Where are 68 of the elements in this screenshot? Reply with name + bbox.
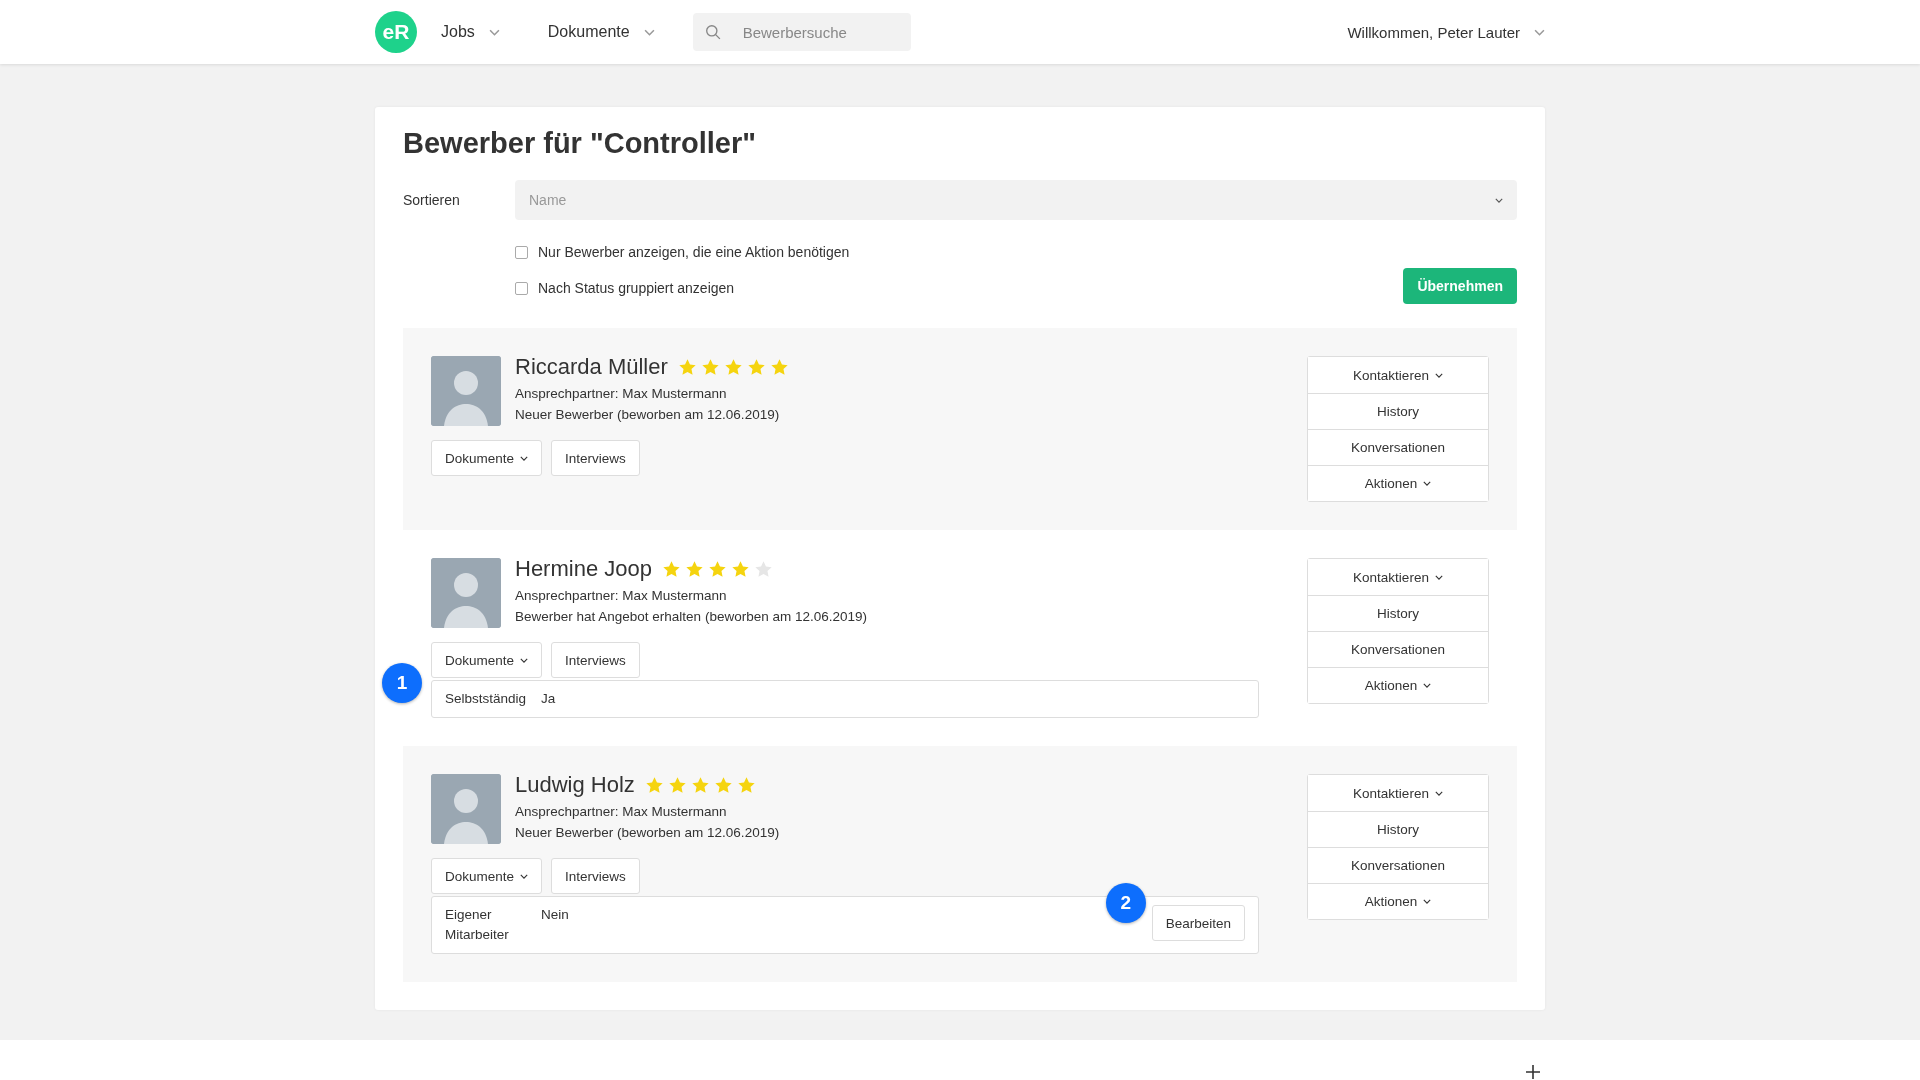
checkbox[interactable] (515, 245, 528, 259)
action-button[interactable]: Interviews (551, 440, 640, 476)
caret-icon (643, 28, 655, 36)
field-label: Selbstständig (445, 690, 528, 708)
photo-placeholder (431, 356, 501, 426)
checkbox[interactable] (515, 281, 528, 295)
star-icon (667, 775, 687, 795)
status-text: Neuer Bewerber (beworben am 12.06.2019) (515, 407, 781, 422)
caret-icon (520, 873, 529, 879)
star-icon (700, 357, 720, 377)
candidate-name[interactable]: Riccarda Müller (515, 354, 668, 380)
caret-icon (520, 455, 529, 461)
search-icon (704, 24, 722, 41)
user-menu[interactable]: Willkommen, Peter Lauter (1347, 23, 1545, 41)
status-text: Neuer Bewerber (beworben am 12.06.2019) (515, 825, 780, 840)
caret-icon (1423, 899, 1432, 904)
star-icon (730, 559, 750, 579)
action-button[interactable]: Interviews (551, 858, 640, 894)
candidate-name[interactable]: Ludwig Holz (515, 772, 635, 798)
checkbox-label: Nach Status gruppiert anzeigen (538, 280, 735, 296)
field-label: Eigener Mitarbeiter (445, 906, 510, 944)
caret-icon (488, 28, 500, 36)
menu-button[interactable]: Aktionen (1308, 883, 1488, 919)
star-icon (684, 559, 704, 579)
menu-button[interactable]: Aktionen (1308, 667, 1488, 703)
photo-placeholder (431, 558, 501, 628)
caret-icon (1495, 197, 1503, 203)
status-text: Bewerber hat Angebot erhalten (beworben am 12.06.2019) (515, 609, 867, 624)
plus-icon (1525, 1064, 1541, 1080)
number-badge: 1 (382, 663, 422, 703)
caret-icon (1434, 372, 1443, 378)
star-icon (644, 775, 664, 795)
contact-text: Ansprechpartner: Max Mustermann (515, 588, 728, 603)
menu-button[interactable]: Dokumente (431, 642, 543, 678)
sort-label: Sortieren (403, 191, 461, 208)
edit-button[interactable]: Bearbeiten (1151, 905, 1245, 941)
checkbox-label: Nur Bewerber anzeigen, die eine Aktion benötigen (538, 244, 850, 260)
caret-icon (1534, 28, 1545, 36)
menu-button[interactable]: Dokumente (431, 440, 543, 476)
field-value: Ja (541, 690, 556, 708)
caret-icon (1434, 790, 1443, 796)
menu-button[interactable]: Dokumente (431, 858, 543, 894)
action-button[interactable]: Interviews (551, 642, 640, 678)
field-value: Nein (541, 906, 569, 924)
star-icon (736, 775, 756, 795)
star-icon (713, 775, 733, 795)
star-icon (661, 559, 681, 579)
star-icon (690, 775, 710, 795)
star-icon (677, 357, 697, 377)
menu-button[interactable]: Aktionen (1308, 465, 1488, 501)
number-badge: 2 (1105, 883, 1146, 923)
caret-icon (1423, 683, 1432, 688)
caret-icon (1423, 481, 1432, 486)
photo-placeholder (431, 774, 501, 844)
caret-icon (1434, 574, 1443, 580)
search-field[interactable]: Bewerbersuche (692, 13, 911, 51)
candidate-name[interactable]: Hermine Joop (515, 556, 652, 582)
star-icon (753, 559, 773, 579)
star-icon (723, 357, 743, 377)
caret-icon (520, 657, 529, 663)
contact-text: Ansprechpartner: Max Mustermann (515, 804, 728, 819)
star-icon (707, 559, 727, 579)
contact-text: Ansprechpartner: Max Mustermann (515, 386, 728, 401)
star-icon (746, 357, 766, 377)
nav-menu[interactable]: Dokumente (547, 17, 655, 47)
star-icon (769, 357, 789, 377)
page-title: Bewerber für "Controller" (403, 127, 757, 160)
nav-menu[interactable]: Jobs (441, 17, 500, 47)
